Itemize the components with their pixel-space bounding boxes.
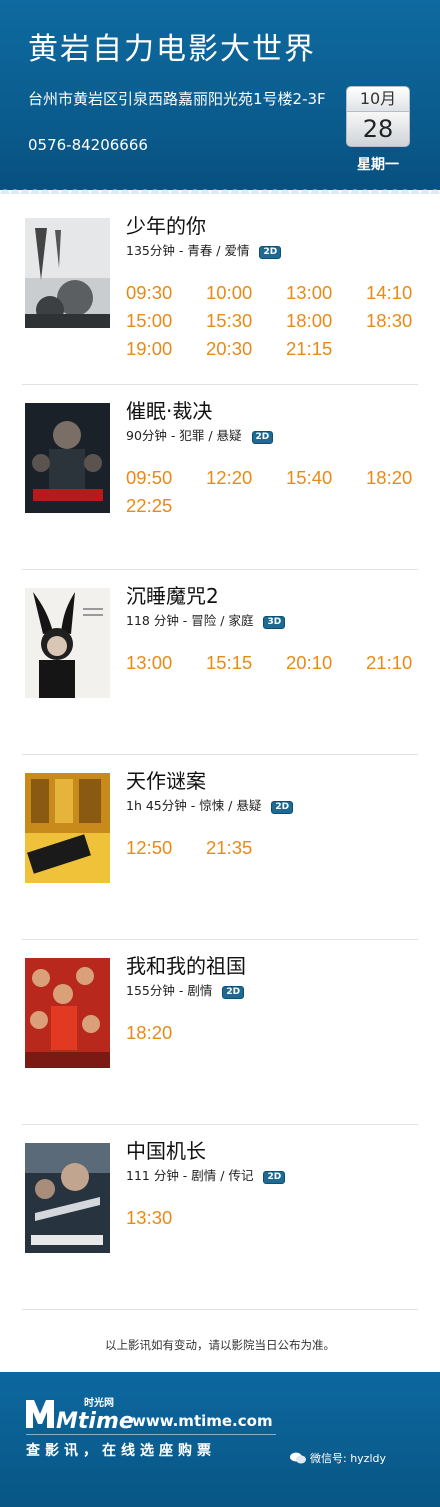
cinema-header: 黄岩自力电影大世界 台州市黄岩区引泉西路嘉丽阳光苑1号楼2-3F 0576-84…: [0, 0, 440, 190]
showtime[interactable]: 18:20: [366, 467, 412, 489]
movie-info: 118 分钟 - 冒险 / 家庭 3D: [126, 610, 286, 629]
movie-title[interactable]: 催眠·裁决: [126, 395, 212, 424]
format-badge: 3D: [263, 616, 286, 629]
showtime[interactable]: 15:00: [126, 310, 172, 332]
movie-poster[interactable]: [25, 403, 110, 513]
logo-text: Mtime: [56, 1409, 134, 1430]
mtime-footer: Mtime 时光网 www.mtime.com 查影讯，在线选座购票 微信号: …: [0, 1366, 440, 1507]
showtime[interactable]: 13:00: [286, 282, 332, 304]
movie-title[interactable]: 天作谜案: [126, 765, 206, 794]
wechat-id: 微信号: hyzldy: [290, 1450, 386, 1466]
format-badge: 2D: [222, 986, 245, 999]
showtime[interactable]: 18:00: [286, 310, 332, 332]
movie-poster[interactable]: [25, 1143, 110, 1253]
movie-title[interactable]: 少年的你: [126, 210, 206, 239]
showtime[interactable]: 21:15: [286, 338, 332, 360]
showtime[interactable]: 22:25: [126, 495, 172, 517]
movie-poster[interactable]: [25, 773, 110, 883]
showtime[interactable]: 15:40: [286, 467, 332, 489]
movie-item[interactable]: 天作谜案 1h 45分钟 - 惊悚 / 悬疑 2D 12:50 21:35: [0, 755, 440, 940]
movie-duration-genre: 90分钟 - 犯罪 / 悬疑: [126, 428, 242, 443]
wechat-label: 微信号: hyzldy: [310, 1452, 387, 1465]
movie-info: 155分钟 - 剧情 2D: [126, 980, 245, 999]
site-url[interactable]: www.mtime.com: [132, 1412, 273, 1430]
divider: [22, 1309, 418, 1310]
footer-divider: [0, 1366, 440, 1376]
movie-info: 1h 45分钟 - 惊悚 / 悬疑 2D: [126, 795, 294, 814]
movie-item[interactable]: 中国机长 111 分钟 - 剧情 / 传记 2D 13:30: [0, 1125, 440, 1310]
movie-title[interactable]: 沉睡魔咒2: [126, 580, 219, 609]
format-badge: 2D: [259, 246, 282, 259]
showtime[interactable]: 12:20: [206, 467, 252, 489]
footer-slogan: 查影讯，在线选座购票: [26, 1443, 216, 1459]
movie-duration-genre: 1h 45分钟 - 惊悚 / 悬疑: [126, 798, 262, 813]
logo-chinese: 时光网: [84, 1398, 114, 1409]
showtime[interactable]: 10:00: [206, 282, 252, 304]
movie-poster[interactable]: [25, 218, 110, 328]
calendar-date: 10月 28 星期一: [346, 86, 410, 174]
page: 黄岩自力电影大世界 台州市黄岩区引泉西路嘉丽阳光苑1号楼2-3F 0576-84…: [0, 0, 440, 1507]
movie-info: 135分钟 - 青春 / 爱情 2D: [126, 240, 282, 259]
showtime[interactable]: 09:30: [126, 282, 172, 304]
movie-poster[interactable]: [25, 958, 110, 1068]
movie-duration-genre: 111 分钟 - 剧情 / 传记: [126, 1168, 254, 1183]
showtime[interactable]: 14:10: [366, 282, 412, 304]
cinema-name: 黄岩自力电影大世界: [28, 32, 316, 67]
movie-duration-genre: 155分钟 - 剧情: [126, 983, 213, 998]
movie-poster[interactable]: [25, 588, 110, 698]
footer-line: [26, 1434, 276, 1435]
mtime-logo[interactable]: Mtime: [26, 1394, 136, 1434]
cinema-address: 台州市黄岩区引泉西路嘉丽阳光苑1号楼2-3F: [28, 90, 326, 108]
format-badge: 2D: [271, 801, 294, 814]
format-badge: 2D: [263, 1171, 286, 1184]
movie-item[interactable]: 少年的你 135分钟 - 青春 / 爱情 2D 09:30 10:00 13:00…: [0, 200, 440, 385]
schedule-notice: 以上影讯如有变动，请以影院当日公布为准。: [105, 1338, 335, 1352]
movie-title[interactable]: 中国机长: [126, 1135, 206, 1164]
movie-item[interactable]: 我和我的祖国 155分钟 - 剧情 2D 18:20: [0, 940, 440, 1125]
date-weekday: 星期一: [357, 157, 399, 173]
showtime[interactable]: 18:20: [126, 1022, 172, 1044]
showtime[interactable]: 21:35: [206, 837, 252, 859]
date-day: 28: [346, 112, 410, 147]
movie-item[interactable]: 沉睡魔咒2 118 分钟 - 冒险 / 家庭 3D 13:00 15:15 20:…: [0, 570, 440, 755]
movie-duration-genre: 135分钟 - 青春 / 爱情: [126, 243, 250, 258]
showtime[interactable]: 09:50: [126, 467, 172, 489]
format-badge: 2D: [251, 431, 274, 444]
cinema-phone[interactable]: 0576-84206666: [28, 136, 148, 154]
header-divider: [0, 184, 440, 194]
date-month: 10月: [346, 86, 410, 112]
showtime[interactable]: 18:30: [366, 310, 412, 332]
wechat-icon: [290, 1452, 306, 1464]
showtime[interactable]: 15:30: [206, 310, 252, 332]
showtime[interactable]: 15:15: [206, 652, 252, 674]
movie-info: 111 分钟 - 剧情 / 传记 2D: [126, 1165, 286, 1184]
showtime[interactable]: 21:10: [366, 652, 412, 674]
showtime[interactable]: 20:30: [206, 338, 252, 360]
showtime[interactable]: 12:50: [126, 837, 172, 859]
movie-info: 90分钟 - 犯罪 / 悬疑 2D: [126, 425, 274, 444]
showtime[interactable]: 19:00: [126, 338, 172, 360]
movie-item[interactable]: 催眠·裁决 90分钟 - 犯罪 / 悬疑 2D 09:50 12:20 15:40…: [0, 385, 440, 570]
movie-duration-genre: 118 分钟 - 冒险 / 家庭: [126, 613, 254, 628]
showtime[interactable]: 13:00: [126, 652, 172, 674]
showtime[interactable]: 13:30: [126, 1207, 172, 1229]
movie-title[interactable]: 我和我的祖国: [126, 950, 246, 979]
showtime[interactable]: 20:10: [286, 652, 332, 674]
